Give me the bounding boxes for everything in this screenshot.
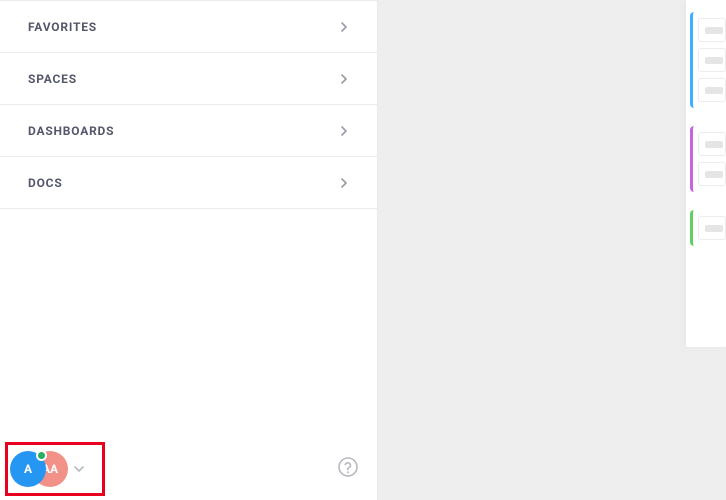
placeholder-line-icon <box>705 171 723 178</box>
caret-down-icon[interactable] <box>74 466 84 473</box>
avatar-primary[interactable]: A <box>10 451 46 487</box>
placeholder-line-icon <box>705 141 723 148</box>
help-icon <box>337 456 359 482</box>
avatar-group[interactable]: A AA <box>10 451 68 487</box>
placeholder-line-icon <box>705 225 723 232</box>
placeholder-line-icon <box>705 57 723 64</box>
placeholder-line-icon <box>705 27 723 34</box>
placeholder-line-icon <box>705 87 723 94</box>
sidebar-nav: FAVORITES SPACES DASHBOARDS DOCS <box>0 0 377 209</box>
preview-group <box>690 126 726 192</box>
preview-panel <box>686 0 726 347</box>
sidebar-footer: A AA <box>0 438 377 500</box>
sidebar-item-docs[interactable]: DOCS <box>0 157 377 209</box>
preview-card[interactable] <box>698 216 726 240</box>
preview-group <box>690 12 726 108</box>
chevron-right-icon <box>339 74 349 84</box>
sidebar-item-label: DASHBOARDS <box>28 124 114 138</box>
preview-card[interactable] <box>698 78 726 102</box>
chevron-right-icon <box>339 22 349 32</box>
presence-indicator-icon <box>36 450 47 461</box>
sidebar-item-label: DOCS <box>28 176 63 190</box>
sidebar-item-spaces[interactable]: SPACES <box>0 53 377 105</box>
chevron-right-icon <box>339 126 349 136</box>
app-root: FAVORITES SPACES DASHBOARDS DOCS <box>0 0 726 500</box>
preview-group <box>690 210 726 246</box>
sidebar-item-favorites[interactable]: FAVORITES <box>0 1 377 53</box>
preview-card[interactable] <box>698 48 726 72</box>
main-canvas <box>378 0 726 500</box>
preview-card[interactable] <box>698 132 726 156</box>
sidebar-item-label: FAVORITES <box>28 20 97 34</box>
sidebar-spacer <box>0 209 377 438</box>
sidebar-item-dashboards[interactable]: DASHBOARDS <box>0 105 377 157</box>
help-button[interactable] <box>335 456 361 482</box>
avatar-initial: A <box>24 462 32 476</box>
chevron-right-icon <box>339 178 349 188</box>
preview-card[interactable] <box>698 162 726 186</box>
preview-card[interactable] <box>698 18 726 42</box>
sidebar-item-label: SPACES <box>28 72 77 86</box>
sidebar: FAVORITES SPACES DASHBOARDS DOCS <box>0 0 378 500</box>
